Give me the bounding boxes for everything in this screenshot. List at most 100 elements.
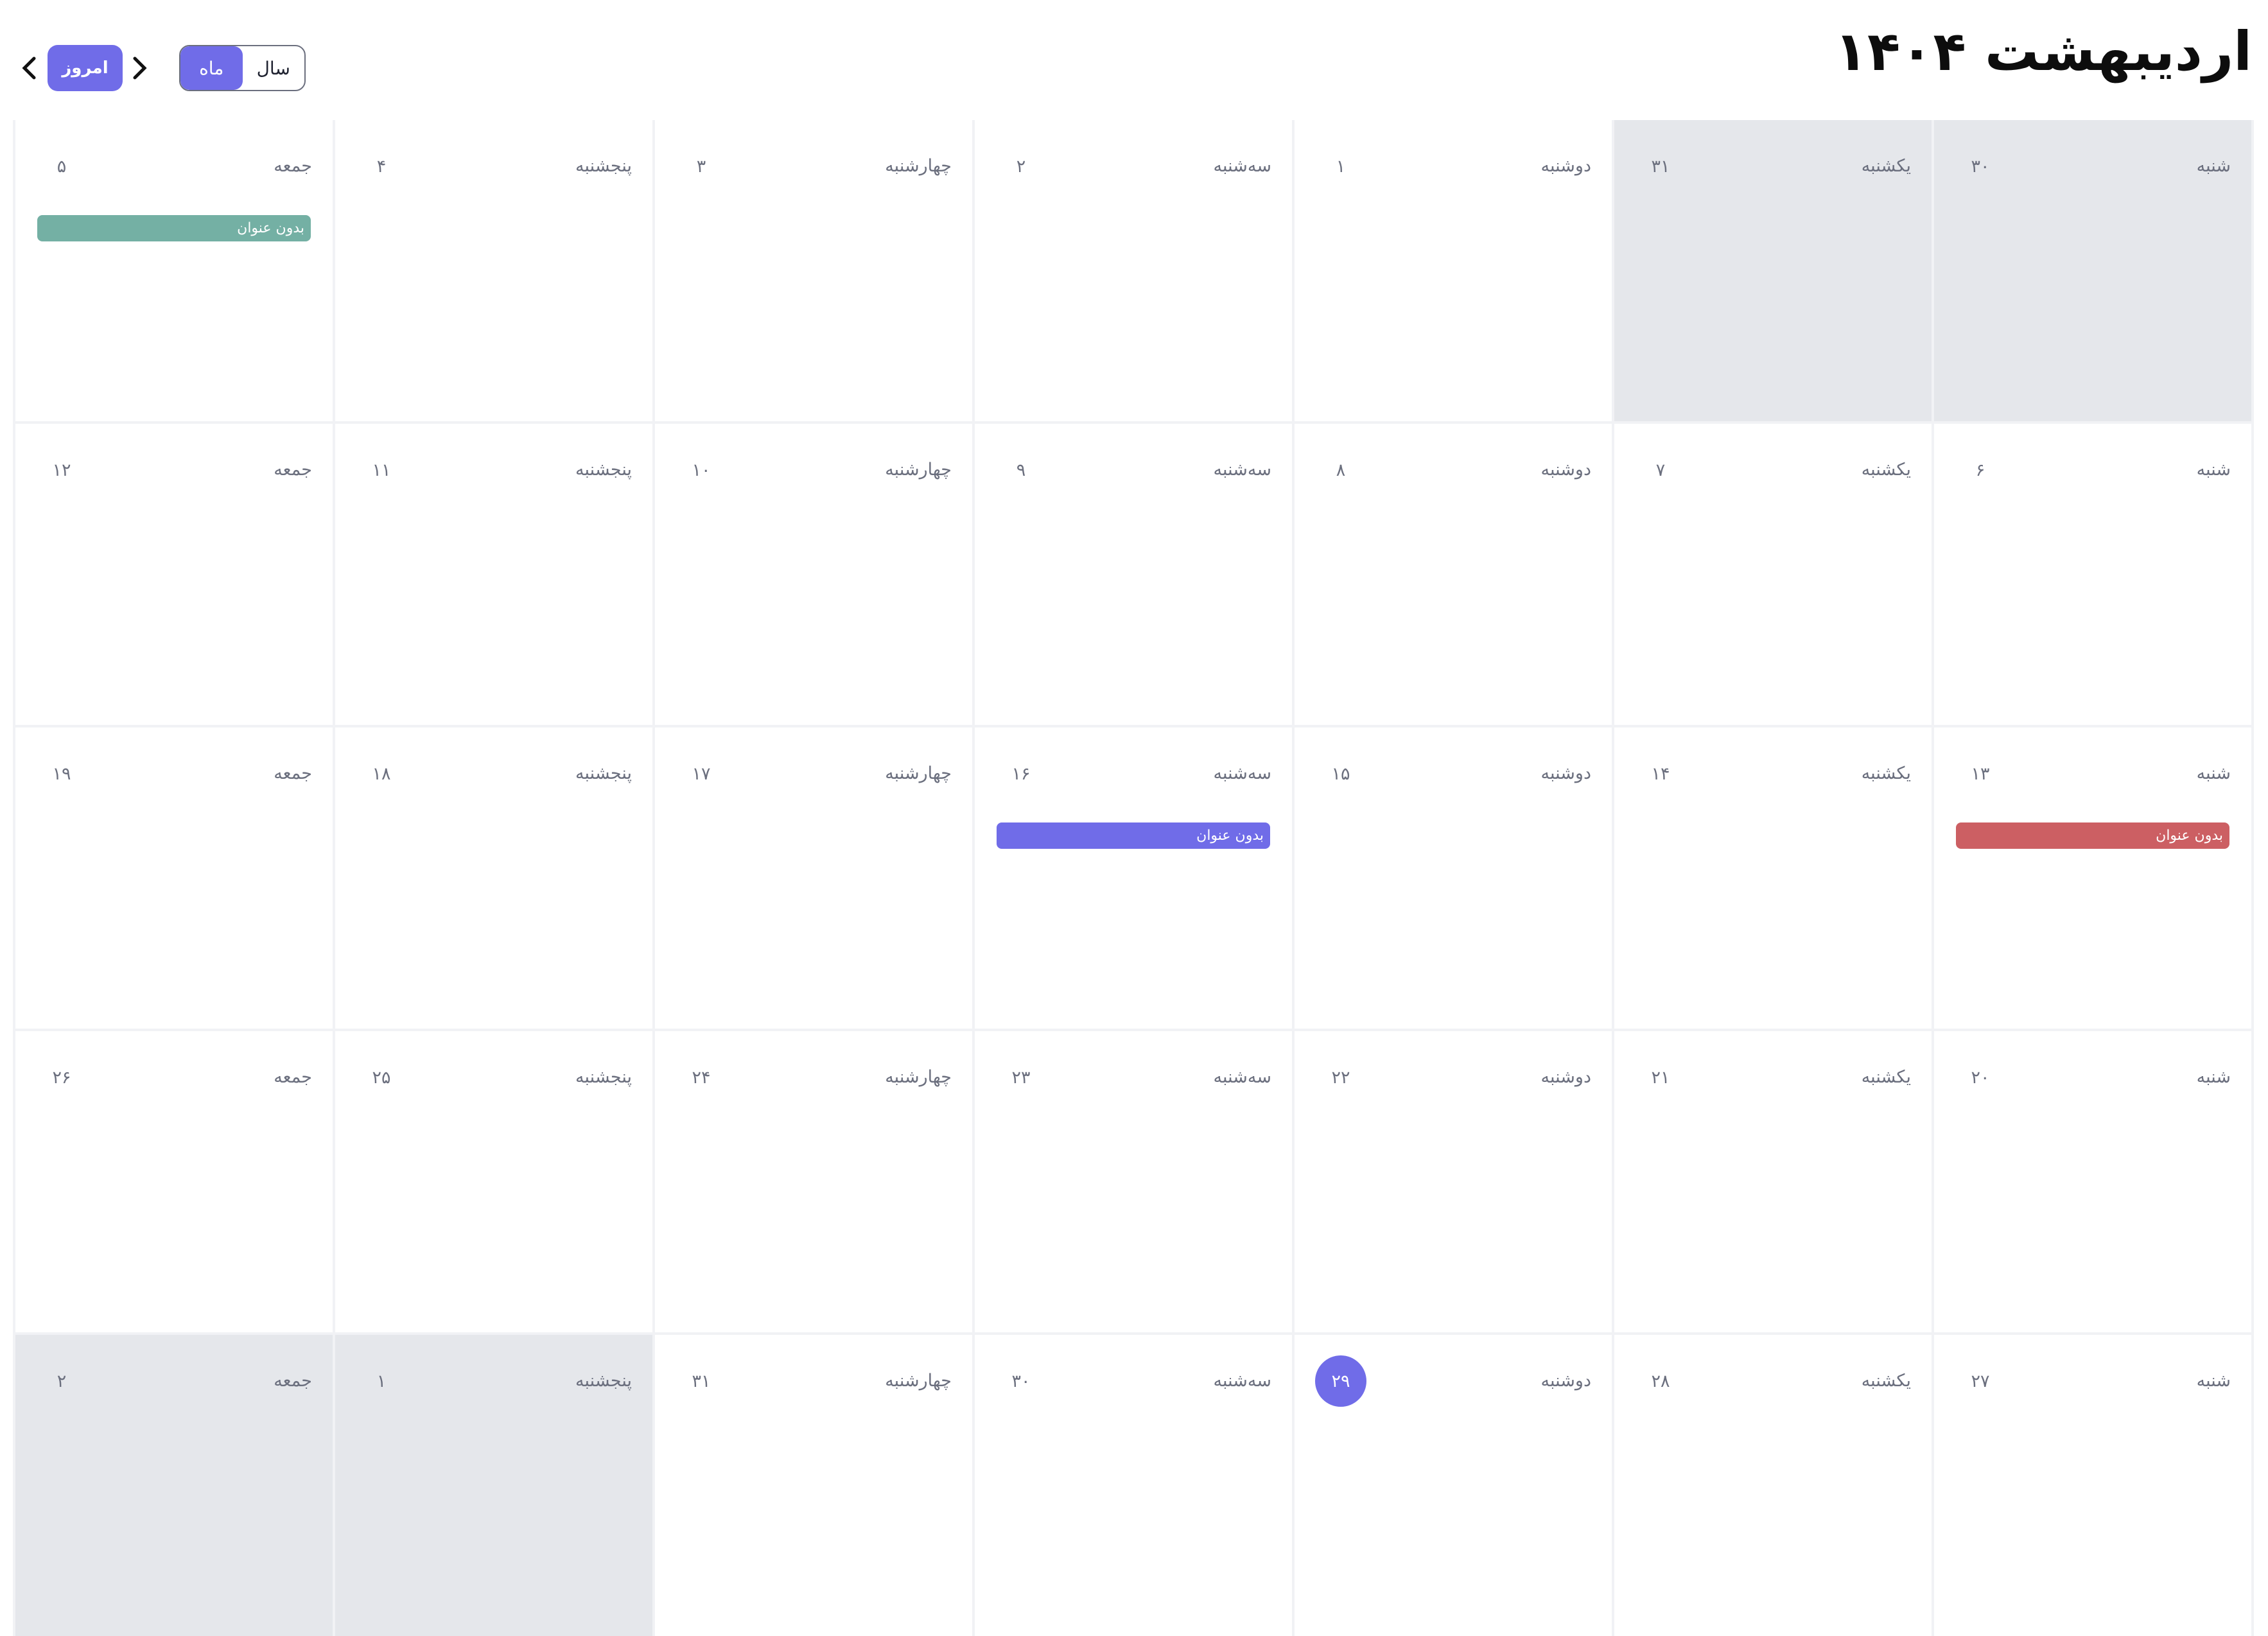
day-cell[interactable]: جمعه ۱۲ bbox=[15, 424, 333, 725]
day-number: ۲۵ bbox=[372, 1067, 391, 1088]
day-number: ۲۳ bbox=[1011, 1067, 1031, 1088]
day-cell[interactable]: دوشنبه ۱۵ bbox=[1295, 727, 1612, 1029]
weekday-label: شنبه bbox=[2196, 460, 2231, 480]
weekday-label: جمعه bbox=[274, 763, 312, 783]
weekday-label: چهارشنبه bbox=[885, 1067, 952, 1087]
weekday-label: جمعه bbox=[274, 1067, 312, 1087]
year-view-option[interactable]: سال bbox=[243, 46, 305, 90]
weekday-label: جمعه bbox=[274, 156, 312, 176]
day-cell[interactable]: پنجشنبه ۴ bbox=[335, 120, 652, 421]
day-number: ۹ bbox=[1016, 460, 1026, 480]
month-grid: شنبه ۳۰ یکشنبه ۳۱ دوشنبه ۱ سه‌شنبه ۲ چهارشنبه ۳ پن… bbox=[13, 120, 2254, 1636]
weekday-label: یکشنبه bbox=[1861, 763, 1911, 783]
day-cell[interactable]: یکشنبه ۲۱ bbox=[1614, 1031, 1932, 1332]
day-number: ۵ bbox=[57, 156, 67, 177]
weekday-label: شنبه bbox=[2196, 763, 2231, 783]
today-button[interactable]: امروز bbox=[48, 45, 123, 91]
weekday-label: شنبه bbox=[2196, 1067, 2231, 1087]
weekday-label: سه‌شنبه bbox=[1213, 1067, 1272, 1087]
day-number: ۲۸ bbox=[1651, 1371, 1670, 1391]
day-cell[interactable]: سه‌شنبه ۲ bbox=[975, 120, 1292, 421]
day-cell[interactable]: سه‌شنبه ۲۳ bbox=[975, 1031, 1292, 1332]
weekday-label: یکشنبه bbox=[1861, 156, 1911, 176]
day-cell[interactable]: پنجشنبه ۱ bbox=[335, 1335, 652, 1636]
next-month-button[interactable] bbox=[127, 45, 153, 91]
day-number: ۱۱ bbox=[372, 460, 391, 480]
day-number: ۱۸ bbox=[372, 763, 391, 784]
weekday-label: یکشنبه bbox=[1861, 1371, 1911, 1391]
day-number: ۱۶ bbox=[1011, 763, 1031, 784]
day-cell[interactable]: چهارشنبه ۱۷ bbox=[655, 727, 972, 1029]
day-number: ۲ bbox=[1016, 156, 1026, 177]
day-cell[interactable]: یکشنبه ۲۸ bbox=[1614, 1335, 1932, 1636]
day-cell[interactable]: جمعه ۲ bbox=[15, 1335, 333, 1636]
day-cell[interactable]: سه‌شنبه ۱۶ بدون عنوان bbox=[975, 727, 1292, 1029]
day-cell[interactable]: سه‌شنبه ۹ bbox=[975, 424, 1292, 725]
day-number: ۱۰ bbox=[692, 460, 711, 480]
weekday-label: سه‌شنبه bbox=[1213, 1371, 1272, 1391]
day-cell[interactable]: دوشنبه ۲۹ bbox=[1295, 1335, 1612, 1636]
day-cell[interactable]: چهارشنبه ۲۴ bbox=[655, 1031, 972, 1332]
day-cell[interactable]: چهارشنبه ۳۱ bbox=[655, 1335, 972, 1636]
event-chip[interactable]: بدون عنوان bbox=[997, 822, 1270, 849]
day-cell[interactable]: جمعه ۲۶ bbox=[15, 1031, 333, 1332]
day-number: ۱۹ bbox=[52, 763, 71, 784]
day-number: ۱۷ bbox=[692, 763, 711, 784]
day-number: ۱۵ bbox=[1331, 763, 1350, 784]
day-number: ۳۱ bbox=[1651, 156, 1670, 177]
day-number: ۲۲ bbox=[1331, 1067, 1350, 1088]
weekday-label: سه‌شنبه bbox=[1213, 460, 1272, 480]
day-number: ۶ bbox=[1975, 460, 1985, 480]
day-cell[interactable]: یکشنبه ۱۴ bbox=[1614, 727, 1932, 1029]
event-chip[interactable]: بدون عنوان bbox=[37, 215, 311, 241]
weekday-label: شنبه bbox=[2196, 156, 2231, 176]
chevron-right-icon bbox=[133, 57, 147, 80]
day-cell[interactable]: پنجشنبه ۱۱ bbox=[335, 424, 652, 725]
today-day-number: ۲۹ bbox=[1315, 1355, 1366, 1407]
weekday-label: دوشنبه bbox=[1540, 460, 1591, 480]
weekday-label: دوشنبه bbox=[1540, 156, 1591, 176]
day-cell[interactable]: جمعه ۵ بدون عنوان bbox=[15, 120, 333, 421]
weekday-label: دوشنبه bbox=[1540, 1371, 1591, 1391]
day-cell[interactable]: چهارشنبه ۱۰ bbox=[655, 424, 972, 725]
view-toggle: ماه سال bbox=[179, 45, 306, 91]
month-view-option[interactable]: ماه bbox=[180, 46, 243, 90]
day-cell[interactable]: یکشنبه ۳۱ bbox=[1614, 120, 1932, 421]
day-number: ۴ bbox=[376, 156, 387, 177]
chevron-left-icon bbox=[22, 57, 36, 80]
day-number: ۱ bbox=[376, 1371, 387, 1391]
weekday-label: پنجشنبه bbox=[575, 1371, 632, 1391]
day-number: ۱۴ bbox=[1651, 763, 1670, 784]
weekday-label: پنجشنبه bbox=[575, 763, 632, 783]
weekday-label: سه‌شنبه bbox=[1213, 156, 1272, 176]
weekday-label: پنجشنبه bbox=[575, 460, 632, 480]
weekday-label: چهارشنبه bbox=[885, 460, 952, 480]
event-chip[interactable]: بدون عنوان bbox=[1956, 822, 2229, 849]
day-cell[interactable]: شنبه ۲۷ bbox=[1934, 1335, 2251, 1636]
weekday-label: پنجشنبه bbox=[575, 1067, 632, 1087]
weekday-label: چهارشنبه bbox=[885, 763, 952, 783]
day-cell[interactable]: سه‌شنبه ۳۰ bbox=[975, 1335, 1292, 1636]
day-cell[interactable]: شنبه ۲۰ bbox=[1934, 1031, 2251, 1332]
day-cell[interactable]: شنبه ۳۰ bbox=[1934, 120, 2251, 421]
day-cell[interactable]: شنبه ۶ bbox=[1934, 424, 2251, 725]
day-cell[interactable]: دوشنبه ۸ bbox=[1295, 424, 1612, 725]
weekday-label: سه‌شنبه bbox=[1213, 763, 1272, 783]
day-number: ۲ bbox=[57, 1371, 67, 1391]
day-cell[interactable]: دوشنبه ۲۲ bbox=[1295, 1031, 1612, 1332]
weekday-label: شنبه bbox=[2196, 1371, 2231, 1391]
day-cell[interactable]: چهارشنبه ۳ bbox=[655, 120, 972, 421]
weekday-label: دوشنبه bbox=[1540, 1067, 1591, 1087]
day-cell[interactable]: پنجشنبه ۲۵ bbox=[335, 1031, 652, 1332]
day-cell[interactable]: یکشنبه ۷ bbox=[1614, 424, 1932, 725]
day-cell[interactable]: پنجشنبه ۱۸ bbox=[335, 727, 652, 1029]
day-number: ۲۴ bbox=[692, 1067, 711, 1088]
prev-month-button[interactable] bbox=[16, 45, 42, 91]
day-cell[interactable]: شنبه ۱۳ بدون عنوان bbox=[1934, 727, 2251, 1029]
day-cell[interactable]: جمعه ۱۹ bbox=[15, 727, 333, 1029]
day-number: ۲۷ bbox=[1971, 1371, 1990, 1391]
day-cell[interactable]: دوشنبه ۱ bbox=[1295, 120, 1612, 421]
day-number: ۷ bbox=[1655, 460, 1666, 480]
day-number: ۲۰ bbox=[1971, 1067, 1990, 1088]
weekday-label: چهارشنبه bbox=[885, 156, 952, 176]
